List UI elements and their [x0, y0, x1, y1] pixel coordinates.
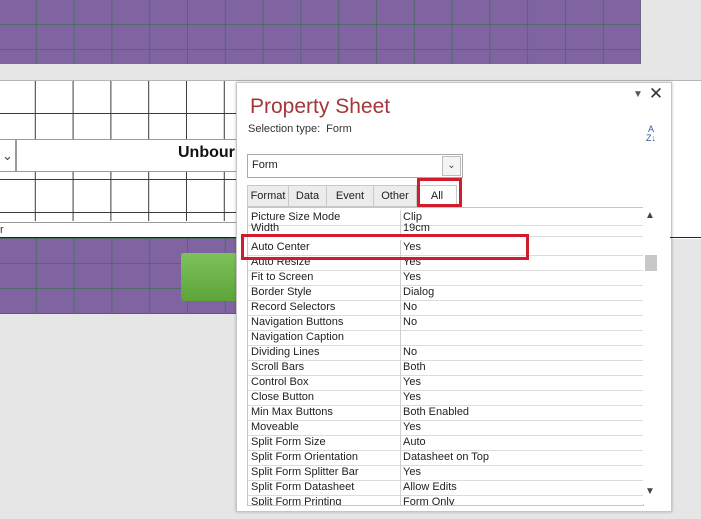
object-selector[interactable]: Form ⌄ [247, 154, 463, 178]
column-separator [400, 495, 401, 505]
combo-dropdown-arrow[interactable]: ⌄ [0, 139, 16, 172]
scroll-down-icon[interactable]: ▼ [645, 486, 655, 497]
property-row[interactable]: Dividing Lines No [248, 345, 643, 361]
property-row[interactable]: Split Form Datasheet Allow Edits [248, 480, 643, 496]
tab-data[interactable]: Data [288, 185, 327, 207]
property-name: Record Selectors [251, 301, 336, 313]
property-value[interactable]: Yes [403, 390, 421, 405]
property-row[interactable]: Border Style Dialog [248, 285, 643, 301]
property-value[interactable]: Yes [403, 420, 421, 435]
sort-az-icon[interactable]: A Z↓ [641, 125, 661, 145]
property-sheet-pane: Property Sheet ▼ ✕ Selection type: Form A… [236, 82, 672, 512]
vertical-scrollbar[interactable]: ▲ ▼ [643, 207, 659, 504]
property-name: Scroll Bars [251, 361, 305, 373]
tab-other[interactable]: Other [373, 185, 417, 207]
column-separator [400, 465, 401, 480]
column-separator [400, 360, 401, 375]
green-command-button[interactable] [181, 253, 241, 301]
property-name: Close Button [251, 391, 314, 403]
auto-center-highlight-box [241, 234, 529, 260]
scroll-up-icon[interactable]: ▲ [645, 210, 655, 221]
property-value[interactable]: Both Enabled [403, 405, 469, 420]
property-value[interactable]: Datasheet on Top [403, 450, 489, 465]
property-row[interactable]: Scroll Bars Both [248, 360, 643, 376]
property-row[interactable]: Split Form Size Auto [248, 435, 643, 451]
property-name: Split Form Size [251, 436, 326, 448]
property-name: Border Style [251, 286, 312, 298]
property-row[interactable]: Moveable Yes [248, 420, 643, 436]
tab-format[interactable]: Format [247, 185, 289, 207]
property-name: Moveable [251, 421, 299, 433]
property-row[interactable]: Min Max Buttons Both Enabled [248, 405, 643, 421]
property-name: Min Max Buttons [251, 406, 333, 418]
property-value[interactable]: Auto [403, 435, 426, 450]
property-value[interactable]: Both [403, 360, 426, 375]
property-row[interactable]: Navigation Caption [248, 330, 643, 346]
property-value[interactable]: Yes [403, 465, 421, 480]
property-name: Split Form Splitter Bar [251, 466, 359, 478]
property-name: Split Form Printing [251, 496, 342, 506]
form-footer-label: r [0, 222, 238, 238]
property-name: Dividing Lines [251, 346, 320, 358]
property-value[interactable]: Allow Edits [403, 480, 457, 495]
column-separator [400, 345, 401, 360]
column-separator [400, 435, 401, 450]
property-name: Split Form Orientation [251, 451, 358, 463]
property-row[interactable]: Fit to Screen Yes [248, 270, 643, 286]
column-separator [400, 330, 401, 345]
tab-event[interactable]: Event [326, 185, 374, 207]
property-row[interactable]: Close Button Yes [248, 390, 643, 406]
column-separator [400, 390, 401, 405]
property-row[interactable]: Navigation Buttons No [248, 315, 643, 331]
property-row[interactable]: Control Box Yes [248, 375, 643, 391]
property-name: Navigation Buttons [251, 316, 344, 328]
tab-all-highlight-box [417, 178, 462, 207]
property-name: Split Form Datasheet [251, 481, 355, 493]
selection-type: Selection type: Form [248, 123, 352, 135]
property-value[interactable]: Form Only [403, 495, 454, 505]
property-row[interactable]: Split Form Orientation Datasheet on Top [248, 450, 643, 466]
property-value[interactable]: No [403, 300, 417, 315]
unbound-label: Unbour [178, 144, 235, 161]
property-value[interactable]: No [403, 345, 417, 360]
property-value[interactable]: Yes [403, 375, 421, 390]
property-value[interactable]: No [403, 315, 417, 330]
property-row[interactable]: Split Form Printing Form Only [248, 495, 643, 506]
scroll-thumb[interactable] [645, 255, 657, 271]
close-icon[interactable]: ✕ [648, 85, 664, 102]
property-name: Control Box [251, 376, 309, 388]
column-separator [400, 405, 401, 420]
selection-type-label: Selection type: [248, 123, 321, 135]
property-sheet-title: Property Sheet [250, 95, 391, 118]
pane-options-icon[interactable]: ▼ [631, 88, 645, 102]
column-separator [400, 450, 401, 465]
column-separator [400, 285, 401, 300]
selection-type-value: Form [326, 123, 352, 135]
column-separator [400, 300, 401, 315]
section-divider-right [670, 237, 701, 238]
property-row[interactable]: Split Form Splitter Bar Yes [248, 465, 643, 481]
designer-background [641, 0, 701, 64]
object-selector-value: Form [252, 159, 278, 171]
column-separator [400, 375, 401, 390]
form-detail-section-top [0, 0, 642, 64]
property-name: Navigation Caption [251, 331, 344, 343]
column-separator [400, 480, 401, 495]
chevron-down-icon[interactable]: ⌄ [442, 156, 461, 176]
column-separator [400, 270, 401, 285]
property-name: Fit to Screen [251, 271, 314, 283]
property-row[interactable]: Record Selectors No [248, 300, 643, 316]
property-value[interactable]: Dialog [403, 285, 434, 300]
column-separator [400, 315, 401, 330]
property-value[interactable]: Yes [403, 270, 421, 285]
column-separator [400, 420, 401, 435]
